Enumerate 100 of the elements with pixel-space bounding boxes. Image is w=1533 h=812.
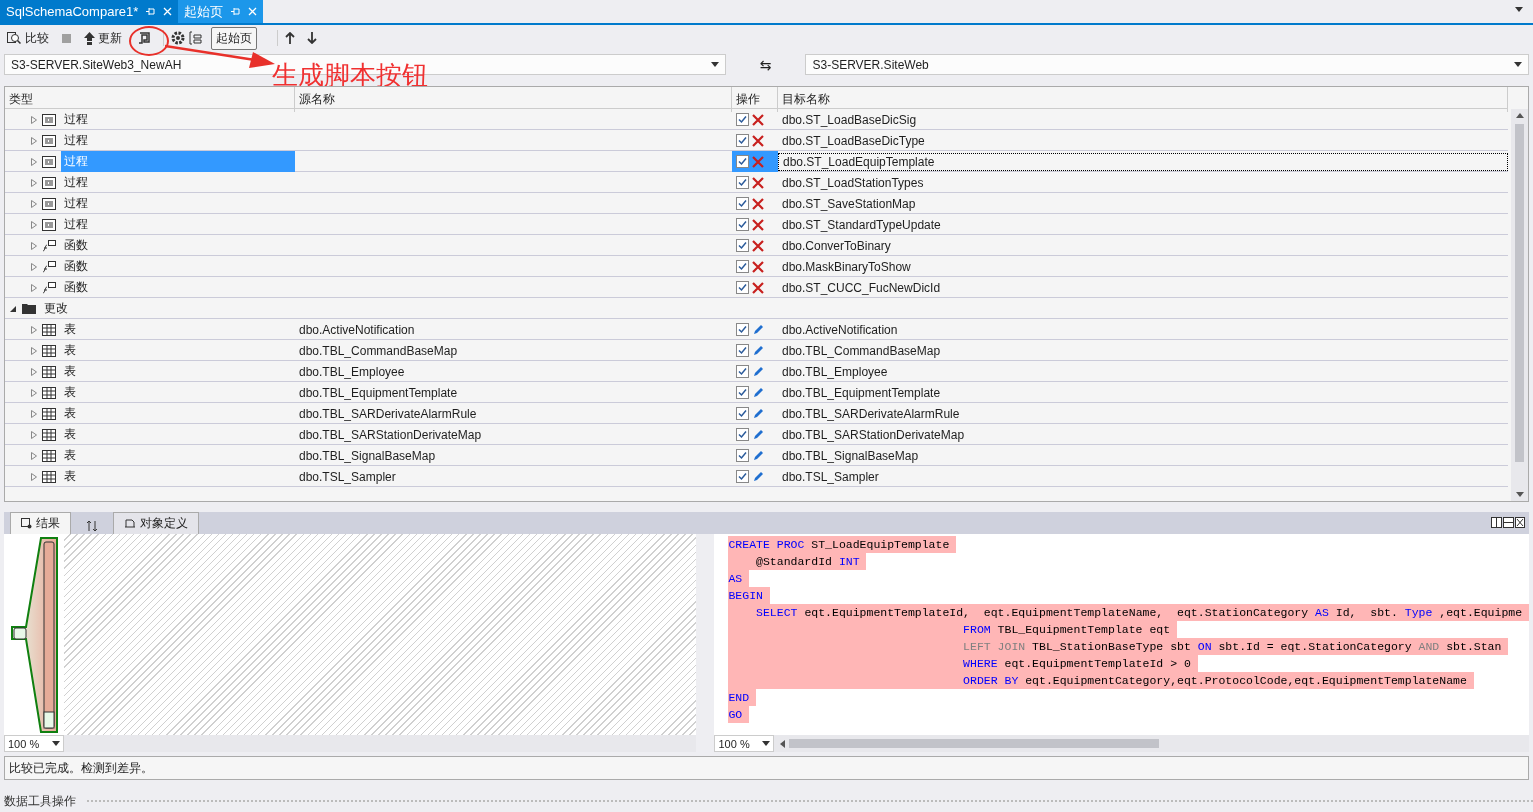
source-cell: dbo.TBL_SignalBaseMap	[299, 448, 436, 463]
zoom-dropdown[interactable]: 100 %	[714, 735, 775, 752]
pin-icon[interactable]	[146, 7, 156, 16]
dropdown-caret-icon[interactable]	[762, 741, 771, 746]
source-cell: dbo.TBL_SARStationDerivateMap	[299, 427, 482, 442]
pin-icon[interactable]	[231, 7, 241, 16]
include-checkbox[interactable]	[736, 218, 749, 231]
include-checkbox[interactable]	[736, 428, 749, 441]
include-checkbox[interactable]	[736, 449, 749, 462]
dropdown-caret-icon[interactable]	[710, 62, 719, 67]
delete-icon	[752, 281, 764, 294]
close-icon[interactable]	[163, 7, 173, 16]
source-cell: dbo.ActiveNotification	[299, 322, 415, 337]
down-arrow-icon[interactable]	[307, 32, 317, 44]
table-icon	[42, 470, 56, 483]
table-icon	[42, 449, 56, 462]
source-cell: dbo.TBL_Employee	[299, 364, 405, 379]
up-arrow-icon[interactable]	[285, 32, 295, 44]
include-checkbox[interactable]	[736, 344, 749, 357]
folder-icon	[22, 303, 36, 314]
settings-icon[interactable]	[171, 31, 185, 45]
procedure-icon	[42, 197, 56, 210]
table-icon	[42, 365, 56, 378]
comparison-row[interactable]: 表 dbo.TBL_SARDerivateAlarmRule dbo.TBL_SARDerivateAlarmRule	[5, 403, 1508, 424]
comparison-row[interactable]: 表 dbo.TBL_SARStationDerivateMap dbo.TBL_SARStationDerivateMap	[5, 424, 1508, 445]
comparison-row[interactable]: 表 dbo.TBL_CommandBaseMap dbo.TBL_CommandBaseMap	[5, 340, 1508, 361]
include-checkbox[interactable]	[736, 281, 749, 294]
comparison-row[interactable]: 过程 dbo.ST_LoadStationTypes	[5, 172, 1508, 193]
delete-icon	[752, 239, 764, 252]
pencil-icon	[752, 470, 764, 483]
comparison-row[interactable]: 过程 dbo.ST_SaveStationMap	[5, 193, 1508, 214]
target-cell-text: dbo.TBL_SignalBaseMap	[781, 447, 920, 465]
pencil-icon	[752, 428, 764, 441]
column-header[interactable]: 源名称	[295, 87, 732, 112]
document-tab[interactable]: SqlSchemaCompare1*	[0, 0, 179, 23]
target-database-dropdown[interactable]: S3-SERVER.SiteWeb	[805, 54, 1529, 75]
include-checkbox[interactable]	[736, 134, 749, 147]
comparison-row[interactable]: 过程 dbo.ST_StandardTypeUpdate	[5, 214, 1508, 235]
compare-button[interactable]: 比较	[4, 27, 52, 49]
sort-icon	[86, 520, 98, 532]
procedure-icon	[42, 176, 56, 189]
comparison-row[interactable]: 表 dbo.ActiveNotification dbo.ActiveNotification	[5, 319, 1508, 340]
function-icon	[42, 281, 56, 294]
pencil-icon	[752, 365, 764, 378]
close-icon[interactable]	[248, 7, 258, 16]
target-cell-text: dbo.ST_SaveStationMap	[781, 195, 917, 213]
type-cell-text: 函数	[63, 258, 89, 275]
include-checkbox[interactable]	[736, 155, 749, 168]
type-cell-text: 表	[63, 363, 77, 380]
overflow-caret-icon[interactable]	[1515, 7, 1523, 12]
include-checkbox[interactable]	[736, 365, 749, 378]
include-checkbox[interactable]	[736, 323, 749, 336]
script-icon[interactable]	[137, 31, 151, 45]
include-checkbox[interactable]	[736, 260, 749, 273]
window-layout-icon[interactable]	[1491, 517, 1525, 528]
delete-icon	[752, 176, 764, 189]
vertical-scrollbar[interactable]	[1511, 109, 1528, 501]
pane-tab[interactable]: 结果	[10, 512, 71, 534]
column-header[interactable]: 类型	[5, 87, 295, 112]
include-checkbox[interactable]	[736, 470, 749, 483]
include-checkbox[interactable]	[736, 407, 749, 420]
comparison-row[interactable]: 函数 dbo.ST_CUCC_FucNewDicId	[5, 277, 1508, 298]
swap-icon[interactable]: ⇆	[725, 56, 806, 73]
column-header[interactable]: 目标名称	[778, 87, 1508, 112]
type-cell-text: 过程	[63, 174, 89, 191]
type-cell-text: 函数	[63, 237, 89, 254]
function-icon	[42, 260, 56, 273]
update-button[interactable]: 更新	[81, 27, 125, 49]
type-cell-text: 表	[63, 342, 77, 359]
scroll-left-icon[interactable]	[780, 739, 786, 748]
target-cell-text: dbo.TBL_SARDerivateAlarmRule	[781, 405, 961, 423]
dropdown-caret-icon[interactable]	[1514, 62, 1522, 67]
column-header[interactable]: 操作	[732, 87, 778, 112]
expander-icon[interactable]	[9, 304, 17, 313]
type-cell-text: 过程	[63, 216, 89, 233]
comparison-row[interactable]: 表 dbo.TBL_EquipmentTemplate dbo.TBL_EquipmentTemplate	[5, 382, 1508, 403]
comparison-row[interactable]: 函数 dbo.MaskBinaryToShow	[5, 256, 1508, 277]
type-cell-text: 表	[63, 426, 77, 443]
comparison-row[interactable]: 表 dbo.TBL_Employee dbo.TBL_Employee	[5, 361, 1508, 382]
zoom-dropdown[interactable]: 100 %	[4, 735, 64, 752]
scroll-up-icon[interactable]	[1515, 113, 1524, 118]
comparison-row[interactable]: 过程 dbo.ST_LoadBaseDicSig	[5, 109, 1508, 130]
dropdown-caret-icon[interactable]	[52, 741, 60, 746]
include-checkbox[interactable]	[736, 239, 749, 252]
script-editor[interactable]	[714, 534, 1529, 735]
include-checkbox[interactable]	[736, 197, 749, 210]
scroll-down-icon[interactable]	[1515, 492, 1524, 497]
include-checkbox[interactable]	[736, 176, 749, 189]
comparison-row[interactable]: 过程 dbo.ST_LoadEquipTemplate	[5, 151, 1508, 172]
target-cell-text: dbo.ST_LoadBaseDicType	[781, 132, 926, 150]
comparison-row[interactable]: 函数 dbo.ConverToBinary	[5, 235, 1508, 256]
type-cell-text: 表	[63, 321, 77, 338]
table-icon	[42, 344, 56, 357]
include-checkbox[interactable]	[736, 113, 749, 126]
target-cell-text: dbo.TBL_CommandBaseMap	[781, 342, 942, 360]
comparison-row[interactable]: 表 dbo.TBL_SignalBaseMap dbo.TBL_SignalBaseMap	[5, 445, 1508, 466]
group-row[interactable]: 更改	[5, 298, 1508, 319]
include-checkbox[interactable]	[736, 386, 749, 399]
pane-tab[interactable]: 对象定义	[113, 512, 199, 534]
comparison-row[interactable]: 表 dbo.TSL_Sampler dbo.TSL_Sampler	[5, 466, 1508, 487]
